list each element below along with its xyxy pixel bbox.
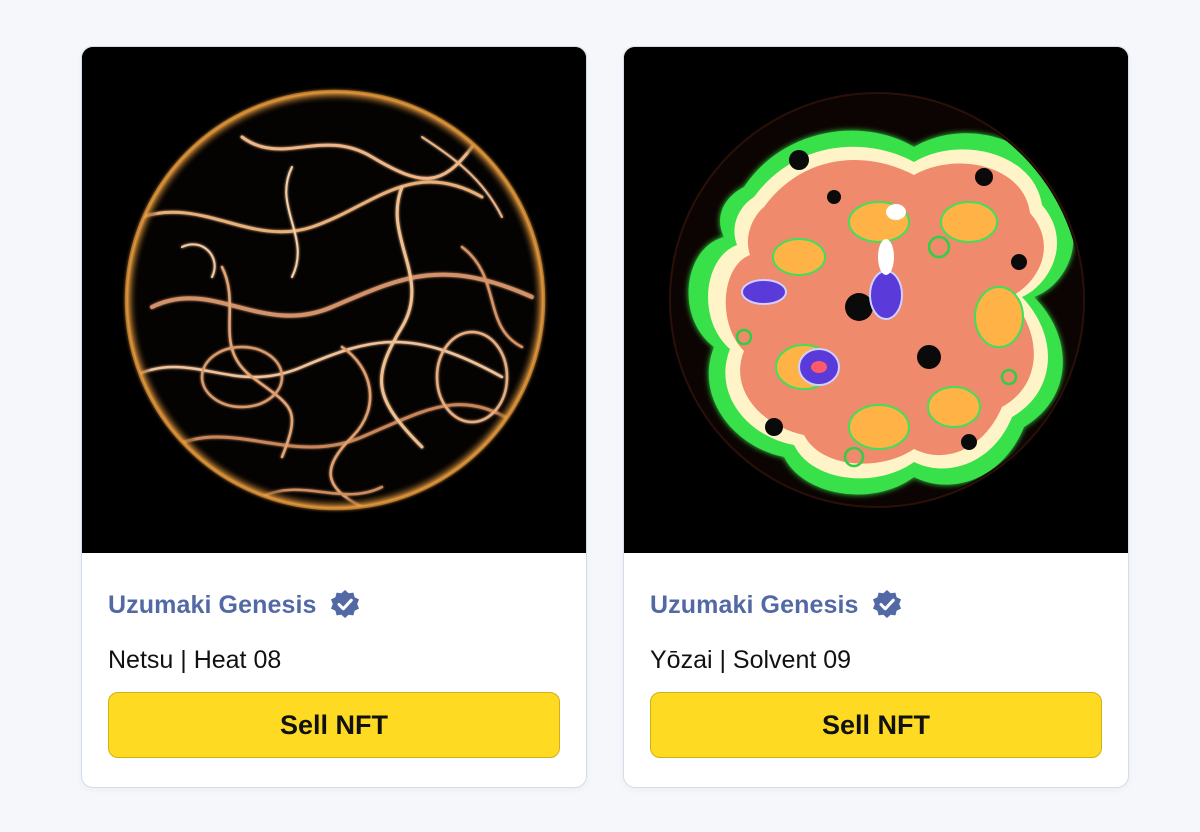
collection-name[interactable]: Uzumaki Genesis [108,591,317,620]
collection-row: Uzumaki Genesis [108,587,560,623]
nft-name[interactable]: Netsu | Heat 08 [108,643,560,677]
verified-badge-icon [329,589,361,621]
nft-name[interactable]: Yōzai | Solvent 09 [650,643,1102,677]
nft-grid: Uzumaki Genesis Netsu | Heat 08 Sell NFT [0,0,1200,832]
collection-row: Uzumaki Genesis [650,587,1102,623]
nft-artwork [624,47,1128,553]
nft-image-netsu[interactable] [82,47,586,553]
collection-name[interactable]: Uzumaki Genesis [650,591,859,620]
verified-badge-icon [871,589,903,621]
nft-card[interactable]: Uzumaki Genesis Netsu | Heat 08 Sell NFT [81,46,587,788]
nft-artwork [82,47,586,553]
nft-card[interactable]: Uzumaki Genesis Yōzai | Solvent 09 Sell … [623,46,1129,788]
sell-nft-button[interactable]: Sell NFT [650,692,1102,758]
nft-image-yozai[interactable] [624,47,1128,553]
sell-nft-button[interactable]: Sell NFT [108,692,560,758]
